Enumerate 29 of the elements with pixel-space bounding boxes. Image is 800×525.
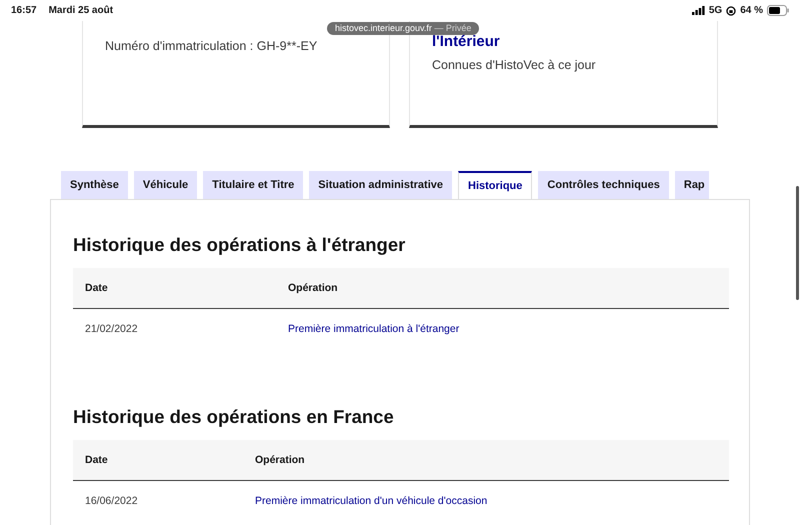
tab[interactable]: Contrôles techniques: [538, 171, 669, 199]
column-header: Date: [73, 440, 243, 480]
tab[interactable]: Rap: [674, 171, 709, 199]
rotation-lock-icon: [726, 6, 736, 16]
tab[interactable]: Véhicule: [134, 171, 198, 199]
status-time: 16:57: [11, 5, 37, 16]
section-heading: Historique des opérations en France: [73, 406, 395, 428]
column-header: Opération: [243, 440, 729, 480]
operation-link[interactable]: Première immatriculation d'un véhicule d'occasion: [255, 495, 488, 507]
tab[interactable]: Titulaire et Titre: [203, 171, 304, 199]
tab[interactable]: Situation administrative: [309, 171, 452, 199]
status-date: Mardi 25 août: [48, 5, 114, 16]
card-text: Connues d'HistoVec à ce jour: [432, 58, 597, 72]
signal-icon: [692, 6, 705, 15]
tab[interactable]: Synthèse: [61, 171, 128, 199]
column-header: Opération: [276, 268, 729, 308]
address-pill[interactable]: histovec.interieur.gouv.fr — Privée: [327, 22, 480, 35]
card-title: l'Intérieur: [432, 33, 501, 50]
operation-link[interactable]: Première immatriculation à l'étranger: [288, 323, 460, 335]
tab[interactable]: Historique: [458, 171, 532, 199]
date-cell: 16/06/2022: [73, 480, 243, 521]
scrollbar[interactable]: [796, 186, 799, 300]
column-header: Date: [73, 268, 276, 308]
battery-icon: [767, 5, 789, 16]
section-heading: Historique des opérations à l'étranger: [73, 234, 406, 256]
card-text: Numéro d'immatriculation : GH-9**-EY: [105, 39, 318, 53]
network-label: 5G: [708, 5, 722, 16]
date-cell: 21/02/2022: [73, 308, 276, 349]
battery-percent: 64 %: [740, 5, 763, 16]
